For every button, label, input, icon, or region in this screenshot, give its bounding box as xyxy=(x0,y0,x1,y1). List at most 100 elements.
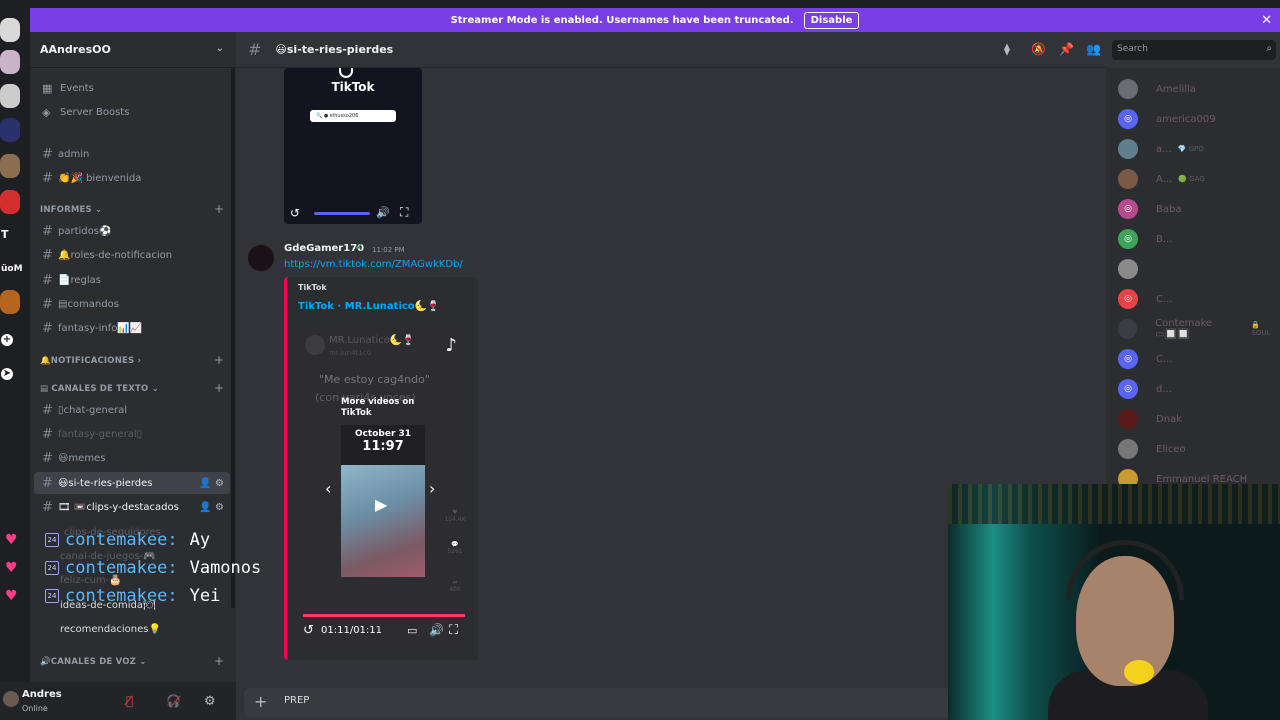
category-notificaciones[interactable]: 🔔NOTIFICACIONES › xyxy=(40,356,141,366)
member-item[interactable]: ◎ d... xyxy=(1118,378,1172,400)
member-item[interactable]: Eliceo xyxy=(1118,438,1186,460)
channel-reglas[interactable]: # 📄reglas xyxy=(34,269,230,291)
captions-icon[interactable]: ▭ xyxy=(407,624,417,637)
channel-partidos[interactable]: # partidos⚽ xyxy=(34,220,230,242)
channel-admin[interactable]: # admin xyxy=(34,143,230,165)
member-item[interactable]: ◎ B... xyxy=(1118,228,1172,250)
pin-icon[interactable]: 📌 xyxy=(1059,42,1074,56)
volume-slider[interactable] xyxy=(314,212,370,215)
video-progress-bar[interactable] xyxy=(303,614,465,617)
member-name: Baba xyxy=(1156,203,1182,215)
channel-fantasy-info[interactable]: # fantasy-info📊📈 xyxy=(34,317,230,339)
member-item[interactable]: Dnak xyxy=(1118,408,1182,430)
sub-badge-icon: 24 xyxy=(45,561,59,575)
member-item[interactable]: ◎ america009 xyxy=(1118,108,1216,130)
gear-icon[interactable]: ⚙ xyxy=(204,694,216,709)
server-icon-1[interactable] xyxy=(0,18,20,42)
member-item[interactable]: ◎ Baba xyxy=(1118,198,1181,220)
server-icon-5[interactable] xyxy=(0,154,20,178)
channel-comandos[interactable]: # ▤comandos xyxy=(34,293,230,315)
add-channel-icon[interactable]: + xyxy=(214,202,224,216)
heart-icon: ♥ xyxy=(5,532,18,548)
chevron-left-icon[interactable]: ‹ xyxy=(325,479,331,498)
category-canales-texto[interactable]: ▤ CANALES DE TEXTO ⌄ xyxy=(40,384,159,394)
member-item[interactable]: A... 🟢 GAG xyxy=(1118,168,1205,190)
overlay-username: contemakee: xyxy=(65,586,178,606)
card-date: October 31 xyxy=(354,429,412,439)
channel-label: ▤comandos xyxy=(58,298,119,310)
category-canales-voz[interactable]: 🔊CANALES DE VOZ ⌄ xyxy=(40,657,147,667)
embed-title[interactable]: TikTok · MR.Lunatico🌜🍷 xyxy=(298,301,440,312)
replay-icon[interactable]: ↺ xyxy=(290,206,300,220)
channel-roles[interactable]: # 🔔roles-de-notificacion xyxy=(34,244,230,266)
invite-settings-icons[interactable]: 👤 ⚙ xyxy=(199,502,224,513)
member-item[interactable]: Amelilla xyxy=(1118,78,1196,100)
member-item[interactable]: a... 💎 GPO xyxy=(1118,138,1204,160)
channel-clips-y-destacados[interactable]: # 🎞 📼clips-y-destacados 👤 ⚙ xyxy=(34,496,230,518)
member-name: Emmanuel REACH xyxy=(1156,473,1248,485)
add-channel-icon[interactable]: + xyxy=(214,353,224,367)
server-icon-3[interactable] xyxy=(0,84,20,108)
channel-bienvenida[interactable]: # 👏🎉 bienvenida xyxy=(34,167,230,189)
boosts-label: Server Boosts xyxy=(60,106,130,118)
attach-plus-icon[interactable]: + xyxy=(254,692,267,711)
sidebar-item-events[interactable]: ▦ Events xyxy=(34,77,230,99)
share-count: ➦ 40K xyxy=(449,579,461,593)
server-icon-6[interactable] xyxy=(0,190,20,214)
channel-fantasy-general[interactable]: # fantasy-general▯ xyxy=(34,423,230,445)
channel-label: fantasy-info📊📈 xyxy=(58,322,143,334)
sidebar-item-boosts[interactable]: ◈ Server Boosts xyxy=(34,101,230,123)
member-name: Dnak xyxy=(1156,413,1182,425)
channel-recomendaciones[interactable]: recomendaciones💡 xyxy=(34,618,230,640)
member-list-icon[interactable]: 👥 xyxy=(1086,42,1101,56)
disable-button[interactable]: Disable xyxy=(803,11,860,29)
member-item[interactable]: ◎ C... xyxy=(1118,348,1173,370)
avatar[interactable] xyxy=(3,691,19,707)
banner-text: Streamer Mode is enabled. Usernames have… xyxy=(450,14,794,26)
member-name: C... xyxy=(1156,353,1173,365)
chevron-right-icon[interactable]: › xyxy=(429,479,435,498)
member-item[interactable]: Contemake ▭🔲🔲 🔒 SOUL xyxy=(1118,318,1280,340)
channel-si-te-ries-pierdes[interactable]: # 😃si-te-ries-pierdes 👤 ⚙ xyxy=(34,472,230,494)
server-label-t[interactable]: T xyxy=(1,228,9,241)
discover-icon[interactable]: ➤ xyxy=(1,368,13,380)
volume-icon[interactable]: 🔊 xyxy=(376,206,390,219)
server-icon-4[interactable] xyxy=(0,118,20,142)
tiktok-video-embed-previous[interactable]: TikTok 🔍 ● elhusso206 ↺ 🔊 ⛶ xyxy=(284,68,422,224)
volume-icon[interactable]: 🔊 xyxy=(429,623,444,637)
play-icon[interactable]: ▶ xyxy=(375,495,387,514)
guild-header[interactable]: AAndresOO ⌄ xyxy=(30,32,236,68)
close-icon[interactable]: ✕ xyxy=(1261,13,1272,28)
video-thumbnail[interactable]: ▶ xyxy=(341,465,425,577)
message-author[interactable]: GdeGamer170 xyxy=(284,243,364,254)
fullscreen-icon[interactable]: ⛶ xyxy=(400,205,408,220)
avatar[interactable] xyxy=(247,244,275,272)
member-item[interactable]: ◎ C... xyxy=(1118,288,1173,310)
add-server-icon[interactable]: + xyxy=(1,334,13,346)
category-informes[interactable]: INFORMES ⌄ xyxy=(40,205,102,215)
video-caption-1: "Me estoy cag4ndo" xyxy=(319,373,430,386)
fullscreen-icon[interactable]: ⛶ xyxy=(449,623,458,638)
channel-chat-general[interactable]: # ▯chat-general xyxy=(34,399,230,421)
server-icon-2[interactable] xyxy=(0,50,20,74)
replay-icon[interactable]: ↺ xyxy=(303,623,314,638)
server-label-om[interactable]: üoM xyxy=(1,264,23,274)
message-composer[interactable]: + PREP xyxy=(244,688,950,718)
sidebar-scrollbar[interactable] xyxy=(231,68,235,608)
search-input[interactable]: Search ⌕ xyxy=(1112,40,1276,60)
channel-memes[interactable]: # 😃memes xyxy=(34,447,230,469)
invite-settings-icons[interactable]: 👤 ⚙ xyxy=(199,478,224,489)
message-link[interactable]: https://vm.tiktok.com/ZMAGwkKDb/ xyxy=(284,259,463,270)
add-channel-icon[interactable]: + xyxy=(214,381,224,395)
headphones-deafened-icon[interactable]: 🎧̸ xyxy=(166,694,181,708)
tiktok-video-player[interactable]: MR.Lunatico🌜🍷 mr.lun4t1c0 ♪ "Me estoy ca… xyxy=(299,327,467,651)
overlay-username: contemakee: xyxy=(65,530,178,550)
member-item[interactable] xyxy=(1118,258,1156,280)
notifications-muted-icon[interactable]: 🔕 xyxy=(1031,42,1046,56)
server-icon-7[interactable] xyxy=(0,290,20,314)
member-name: Contemake ▭🔲🔲 xyxy=(1155,318,1213,340)
mic-muted-icon[interactable]: 🎙̸ xyxy=(126,694,133,708)
add-channel-icon[interactable]: + xyxy=(214,654,224,668)
threads-icon[interactable]: ⧫ xyxy=(1004,42,1010,56)
composer-text[interactable]: PREP xyxy=(284,695,309,706)
